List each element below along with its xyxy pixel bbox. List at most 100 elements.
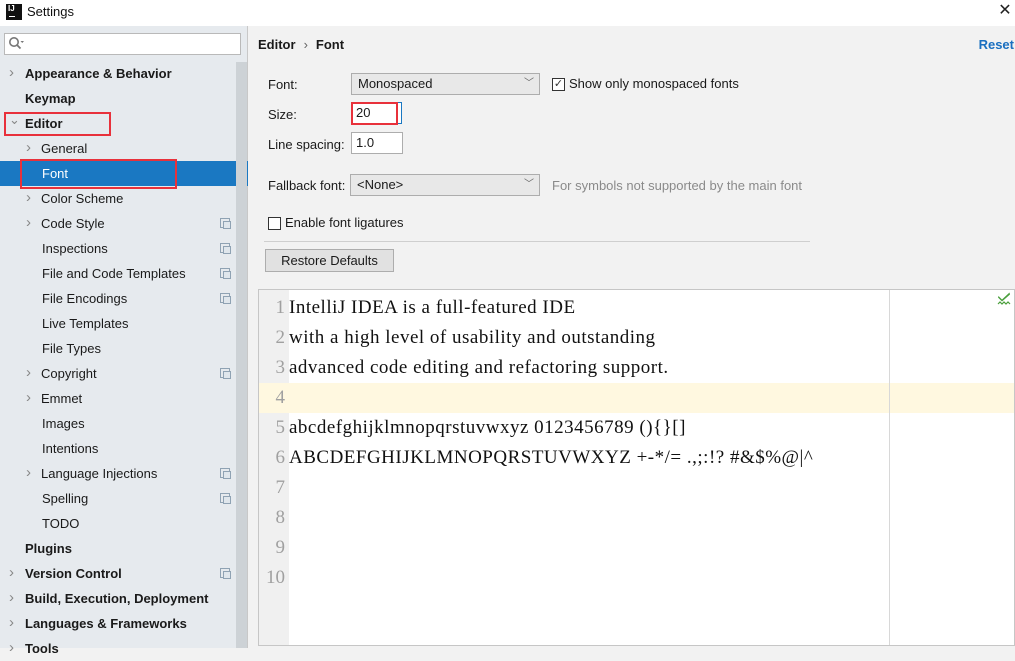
sidebar-item-label: Emmet	[41, 391, 83, 406]
sidebar-scrollbar[interactable]	[236, 62, 247, 648]
sidebar-item-font[interactable]: Font	[0, 161, 248, 186]
line-text: abcdefghijklmnopqrstuvwxyz 0123456789 ()…	[289, 417, 686, 438]
section-divider	[264, 241, 810, 242]
settings-tree: › Appearance & Behavior Keymap ⌄ Editor › Gene…	[0, 61, 248, 661]
font-select-value: Monospaced	[358, 76, 433, 91]
chevron-down-icon: ﹀	[524, 179, 534, 190]
sidebar-item-label: Live Templates	[42, 316, 129, 331]
sidebar-item-language-injections[interactable]: › Language Injections	[0, 461, 236, 486]
sidebar-item-label: Intentions	[42, 441, 99, 456]
chevron-right-icon[interactable]: ›	[26, 210, 31, 235]
line-number: 7	[275, 477, 286, 498]
window-title: Settings	[27, 4, 74, 19]
sidebar-item-label: Copyright	[41, 366, 97, 381]
line-spacing-input[interactable]: 1.0	[351, 132, 403, 154]
font-ligatures-label: Enable font ligatures	[285, 215, 404, 230]
sidebar-item-intentions[interactable]: Intentions	[0, 436, 236, 461]
sidebar-item-tools[interactable]: › Tools	[0, 636, 236, 661]
sidebar-item-color-scheme[interactable]: › Color Scheme	[0, 186, 236, 211]
chevron-right-icon[interactable]: ›	[9, 560, 14, 585]
sidebar-item-live-templates[interactable]: Live Templates	[0, 311, 236, 336]
sidebar-item-file-types[interactable]: File Types	[0, 336, 236, 361]
line-number: 3	[275, 357, 286, 378]
sidebar-item-label: Color Scheme	[41, 191, 124, 206]
sidebar-item-editor[interactable]: ⌄ Editor	[0, 111, 236, 136]
sidebar-item-code-style[interactable]: › Code Style	[0, 211, 236, 236]
sidebar-item-inspections[interactable]: Inspections	[0, 236, 236, 261]
checkmark-icon: ✓	[553, 78, 564, 90]
sidebar-item-version-control[interactable]: › Version Control	[0, 561, 236, 586]
sidebar-item-label: Font	[42, 166, 69, 181]
line-text: ABCDEFGHIJKLMNOPQRSTUVWXYZ +-*/= .,;:!? …	[289, 447, 814, 468]
font-label: Font:	[268, 77, 298, 92]
chevron-down-icon[interactable]: ⌄	[9, 107, 20, 132]
title-bar: IJ Settings ✕	[0, 0, 1015, 26]
project-level-icon	[220, 493, 231, 504]
preview-line: 1 IntelliJ IDEA is a full-featured IDE	[259, 293, 1014, 323]
sidebar-item-label: Language Injections	[41, 466, 158, 481]
reset-link[interactable]: Reset	[979, 37, 1014, 52]
sidebar-item-label: Appearance & Behavior	[25, 66, 172, 81]
fallback-font-hint: For symbols not supported by the main fo…	[552, 178, 803, 193]
sidebar-item-emmet[interactable]: › Emmet	[0, 386, 236, 411]
line-number: 8	[275, 507, 286, 528]
sidebar-item-todo[interactable]: TODO	[0, 511, 236, 536]
settings-search-input[interactable]	[4, 33, 241, 55]
show-monospaced-checkbox[interactable]: ✓	[552, 78, 565, 91]
line-number: 2	[275, 327, 286, 348]
sidebar-item-label: Editor	[25, 116, 63, 131]
chevron-right-icon[interactable]: ›	[26, 135, 31, 160]
font-settings-panel: Editor › Font Reset Font: Monospaced ﹀ ✓ S…	[249, 26, 1015, 648]
chevron-down-icon: ﹀	[524, 78, 534, 89]
project-level-icon	[220, 243, 231, 254]
project-level-icon	[220, 218, 231, 229]
chevron-right-icon[interactable]: ›	[26, 385, 31, 410]
project-level-icon	[220, 468, 231, 479]
sidebar-item-languages-frameworks[interactable]: › Languages & Frameworks	[0, 611, 236, 636]
sidebar-item-general[interactable]: › General	[0, 136, 236, 161]
font-ligatures-checkbox[interactable]	[268, 217, 281, 230]
sidebar-item-label: Code Style	[41, 216, 105, 231]
line-text: with a high level of usability and outst…	[289, 327, 656, 348]
sidebar-item-label: Plugins	[25, 541, 72, 556]
chevron-right-icon[interactable]: ›	[26, 185, 31, 210]
sidebar-item-spelling[interactable]: Spelling	[0, 486, 236, 511]
preview-line: 4	[259, 383, 1014, 413]
size-label: Size:	[268, 107, 297, 122]
preview-line: 7	[259, 473, 1014, 503]
right-margin-guide	[889, 290, 890, 645]
sidebar-item-keymap[interactable]: Keymap	[0, 86, 236, 111]
sidebar-item-copyright[interactable]: › Copyright	[0, 361, 236, 386]
sidebar-item-label: File and Code Templates	[42, 266, 186, 281]
settings-sidebar: › Appearance & Behavior Keymap ⌄ Editor › Gene…	[0, 26, 248, 656]
sidebar-item-appearance-behavior[interactable]: › Appearance & Behavior	[0, 61, 236, 86]
intellij-app-icon: IJ	[6, 4, 22, 20]
sidebar-item-label: Images	[42, 416, 85, 431]
chevron-right-icon[interactable]: ›	[9, 60, 14, 85]
chevron-right-icon[interactable]: ›	[26, 360, 31, 385]
breadcrumb-editor[interactable]: Editor	[258, 37, 296, 52]
breadcrumb: Editor › Font	[258, 37, 344, 52]
font-select[interactable]: Monospaced ﹀	[351, 73, 540, 95]
sidebar-item-plugins[interactable]: Plugins	[0, 536, 236, 561]
sidebar-item-file-and-code-templates[interactable]: File and Code Templates	[0, 261, 236, 286]
chevron-right-icon[interactable]: ›	[9, 610, 14, 635]
line-text: IntelliJ IDEA is a full-featured IDE	[289, 297, 576, 318]
sidebar-item-label: Keymap	[25, 91, 76, 106]
preview-line: 6 ABCDEFGHIJKLMNOPQRSTUVWXYZ +-*/= .,;:!?…	[259, 443, 1014, 473]
sidebar-item-label: Build, Execution, Deployment	[25, 591, 209, 606]
sidebar-item-build-execution-deployment[interactable]: › Build, Execution, Deployment	[0, 586, 236, 611]
sidebar-item-label: TODO	[42, 516, 80, 531]
size-input[interactable]: 20	[351, 102, 402, 124]
fallback-font-select[interactable]: <None> ﹀	[350, 174, 540, 196]
sidebar-item-images[interactable]: Images	[0, 411, 236, 436]
font-preview-editor[interactable]: 1 IntelliJ IDEA is a full-featured IDE 2 wi…	[258, 289, 1015, 646]
line-text: advanced code editing and refactoring su…	[289, 357, 669, 378]
chevron-right-icon[interactable]: ›	[26, 460, 31, 485]
line-number: 6	[275, 447, 286, 468]
restore-defaults-button[interactable]: Restore Defaults	[265, 249, 394, 272]
sidebar-item-file-encodings[interactable]: File Encodings	[0, 286, 236, 311]
close-window-button[interactable]: ✕	[995, 0, 1015, 24]
line-number: 10	[266, 567, 285, 588]
chevron-right-icon[interactable]: ›	[9, 585, 14, 610]
